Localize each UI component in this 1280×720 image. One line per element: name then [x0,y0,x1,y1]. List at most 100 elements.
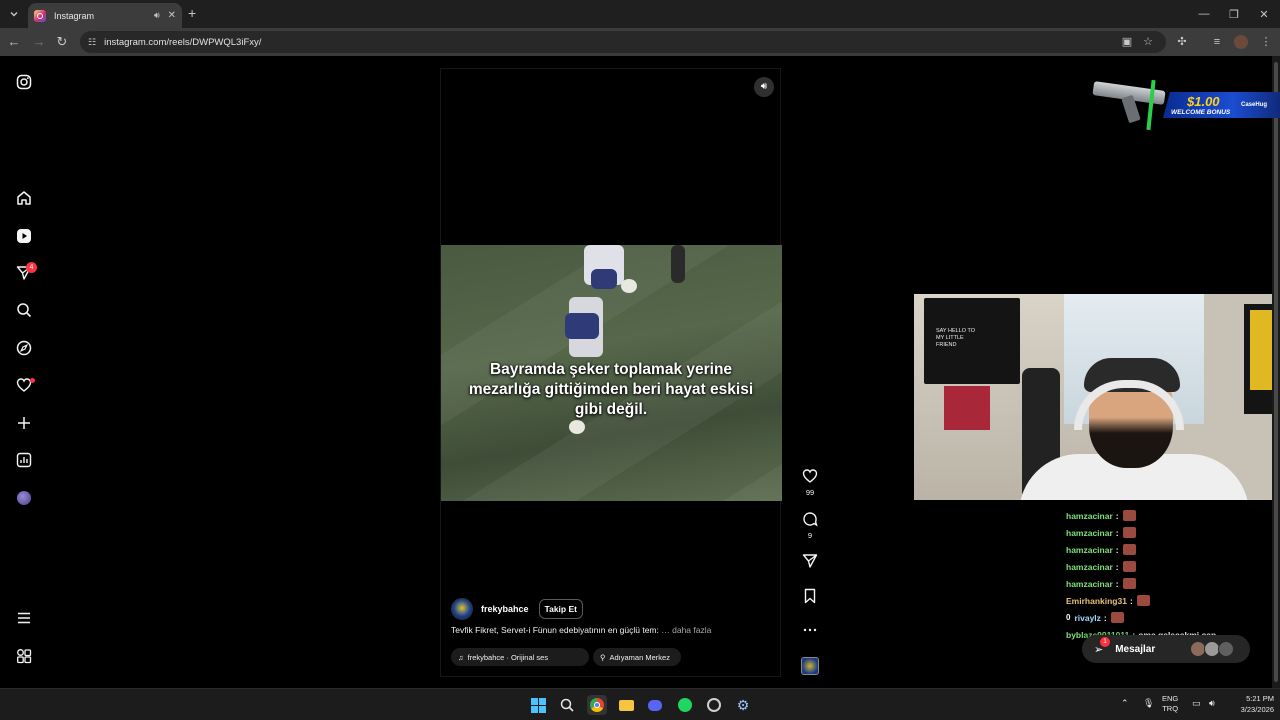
address-bar[interactable]: ☷ [80,31,1166,53]
messages-button[interactable]: ➢ 1 Mesajlar [1082,635,1250,663]
webcam-overlay: SAY HELLO TO MY LITTLE FRIEND [914,294,1272,500]
browser-toolbar: ← → ↻ ☷ ▣ ☆ ✣ ≡ ⋮ [0,28,1280,56]
location-chip[interactable]: ⚲ Adıyaman Merkez [593,648,681,666]
language-indicator[interactable]: ENG TRQ [1162,694,1178,714]
tab-title: Instagram [54,10,95,21]
display-icon[interactable]: ▭ [1192,698,1201,709]
player-vest [565,313,599,339]
video-caption: Bayramda şeker toplamak yerine mezarlığa… [468,361,754,418]
site-info-icon[interactable]: ☷ [88,37,96,48]
messages-label: Mesajlar [1115,643,1156,655]
welcome-bonus-ad[interactable]: $1.00 WELCOME BONUS CaseHug [1092,79,1280,131]
lang-bottom: TRQ [1162,704,1179,713]
menu-kebab-icon[interactable]: ⋮ [1259,35,1273,49]
chat-prefix: 0 [1066,613,1071,622]
tab-instagram[interactable]: Instagram 🔊︎ ✕ [28,3,182,28]
chat-separator: : [1129,595,1133,606]
save-bookmark-icon[interactable] [800,588,820,609]
discord-icon[interactable] [645,695,665,715]
new-tab-button[interactable]: + [188,6,196,20]
reload-button[interactable]: ↻ [54,34,70,50]
author-username[interactable]: frekybahce [481,604,529,614]
file-explorer-icon[interactable] [616,695,636,715]
more-menu-icon[interactable] [14,608,34,628]
clock-date: 3/23/2026 [1240,705,1274,714]
instagram-favicon-icon [34,9,46,22]
chrome-taskbar-icon[interactable] [587,695,607,715]
description-text: Tevfik Fikret, Servet-i Fünun edebiyatın… [451,625,659,635]
minimize-button[interactable]: — [1188,0,1220,28]
profile-avatar-icon[interactable] [14,488,34,508]
ball [569,420,585,434]
profile-avatar[interactable] [1234,35,1248,49]
explore-compass-icon[interactable] [14,338,34,358]
dashboard-icon[interactable] [14,450,34,470]
create-plus-icon[interactable] [14,413,34,433]
chat-message: hamzacinar: [1066,507,1276,524]
more-link[interactable]: … daha fazla [661,625,711,635]
chat-emote-icon [1122,578,1136,589]
ball [621,279,637,293]
also-from-meta-icon[interactable] [14,646,34,666]
url-input[interactable] [104,36,805,48]
tray-chevron-up-icon[interactable]: ⌃ [1121,698,1129,709]
chat-username[interactable]: hamzacinar [1066,511,1113,521]
reels-icon[interactable] [14,226,34,246]
tab-close-icon[interactable]: ✕ [168,10,176,21]
tab-audio-icon[interactable]: 🔊︎ [154,10,160,21]
search-icon[interactable] [14,300,34,320]
chat-username[interactable]: hamzacinar [1066,562,1113,572]
windows-start-icon[interactable] [528,695,548,715]
home-icon[interactable] [14,188,34,208]
more-options-icon[interactable] [800,622,820,643]
spotify-icon[interactable] [675,695,695,715]
install-app-icon[interactable]: ▣ [1120,35,1134,49]
follow-button[interactable]: Takip Et [538,599,583,619]
chat-username[interactable]: rivaylz [1074,613,1100,623]
location-label: Adıyaman Merkez [609,652,670,662]
chevron-down-icon [10,12,18,17]
microphone-icon[interactable]: 🎙︎ [1143,698,1154,709]
chat-emote-icon [1122,544,1136,555]
instagram-logo-icon[interactable] [14,72,34,92]
chat-username[interactable]: hamzacinar [1066,528,1113,538]
audio-thumbnail[interactable] [801,657,819,675]
share-icon[interactable] [800,553,820,574]
app-circle-icon[interactable] [704,695,724,715]
cam-red-frame [944,386,990,430]
settings-gear-icon[interactable]: ⚙ [733,695,753,715]
volume-icon[interactable]: 🔊︎ [1209,698,1215,709]
forward-button[interactable]: → [31,34,47,50]
avatar [1218,641,1234,657]
extensions-icon[interactable]: ✣ [1175,35,1189,49]
back-button[interactable]: ← [6,34,22,50]
system-clock[interactable]: 5:21 PM 3/23/2026 [1228,693,1274,715]
chat-separator: : [1115,527,1119,538]
chat-separator: : [1115,510,1119,521]
author-avatar[interactable] [451,598,473,620]
ad-knife-graphic [1146,79,1156,131]
chat-username[interactable]: hamzacinar [1066,545,1113,555]
like-heart-icon[interactable] [800,468,820,489]
chat-emote-icon [1122,510,1136,521]
instagram-sidebar [0,56,48,688]
reel-video[interactable]: Bayramda şeker toplamak yerine mezarlığa… [441,245,782,501]
reading-list-icon[interactable]: ≡ [1210,35,1224,49]
mute-toggle-icon[interactable]: 🔊︎ [754,77,774,97]
chat-username[interactable]: hamzacinar [1066,579,1113,589]
music-note-icon: ♫ [458,652,464,662]
ad-brand: CaseHug [1241,102,1268,108]
tab-strip: Instagram 🔊︎ ✕ + — ❐ ✕ [0,0,1280,28]
audio-chip[interactable]: ♫ frekybahce · Orijinal ses [451,648,589,666]
comment-icon[interactable] [800,511,820,532]
chat-username[interactable]: Emirhanking31 [1066,596,1127,606]
tab-search-button[interactable] [4,4,24,24]
chat-separator: : [1115,561,1119,572]
chat-emote-icon [1110,612,1124,623]
close-window-button[interactable]: ✕ [1248,0,1280,28]
bookmark-star-icon[interactable]: ☆ [1141,35,1155,49]
reel-container[interactable]: 🔊︎ Bayramda şeker toplamak yerine mezarl… [440,68,782,677]
restore-button[interactable]: ❐ [1218,0,1250,28]
ad-amount: $1.00 [1187,94,1220,109]
taskbar-search-icon[interactable] [557,695,577,715]
